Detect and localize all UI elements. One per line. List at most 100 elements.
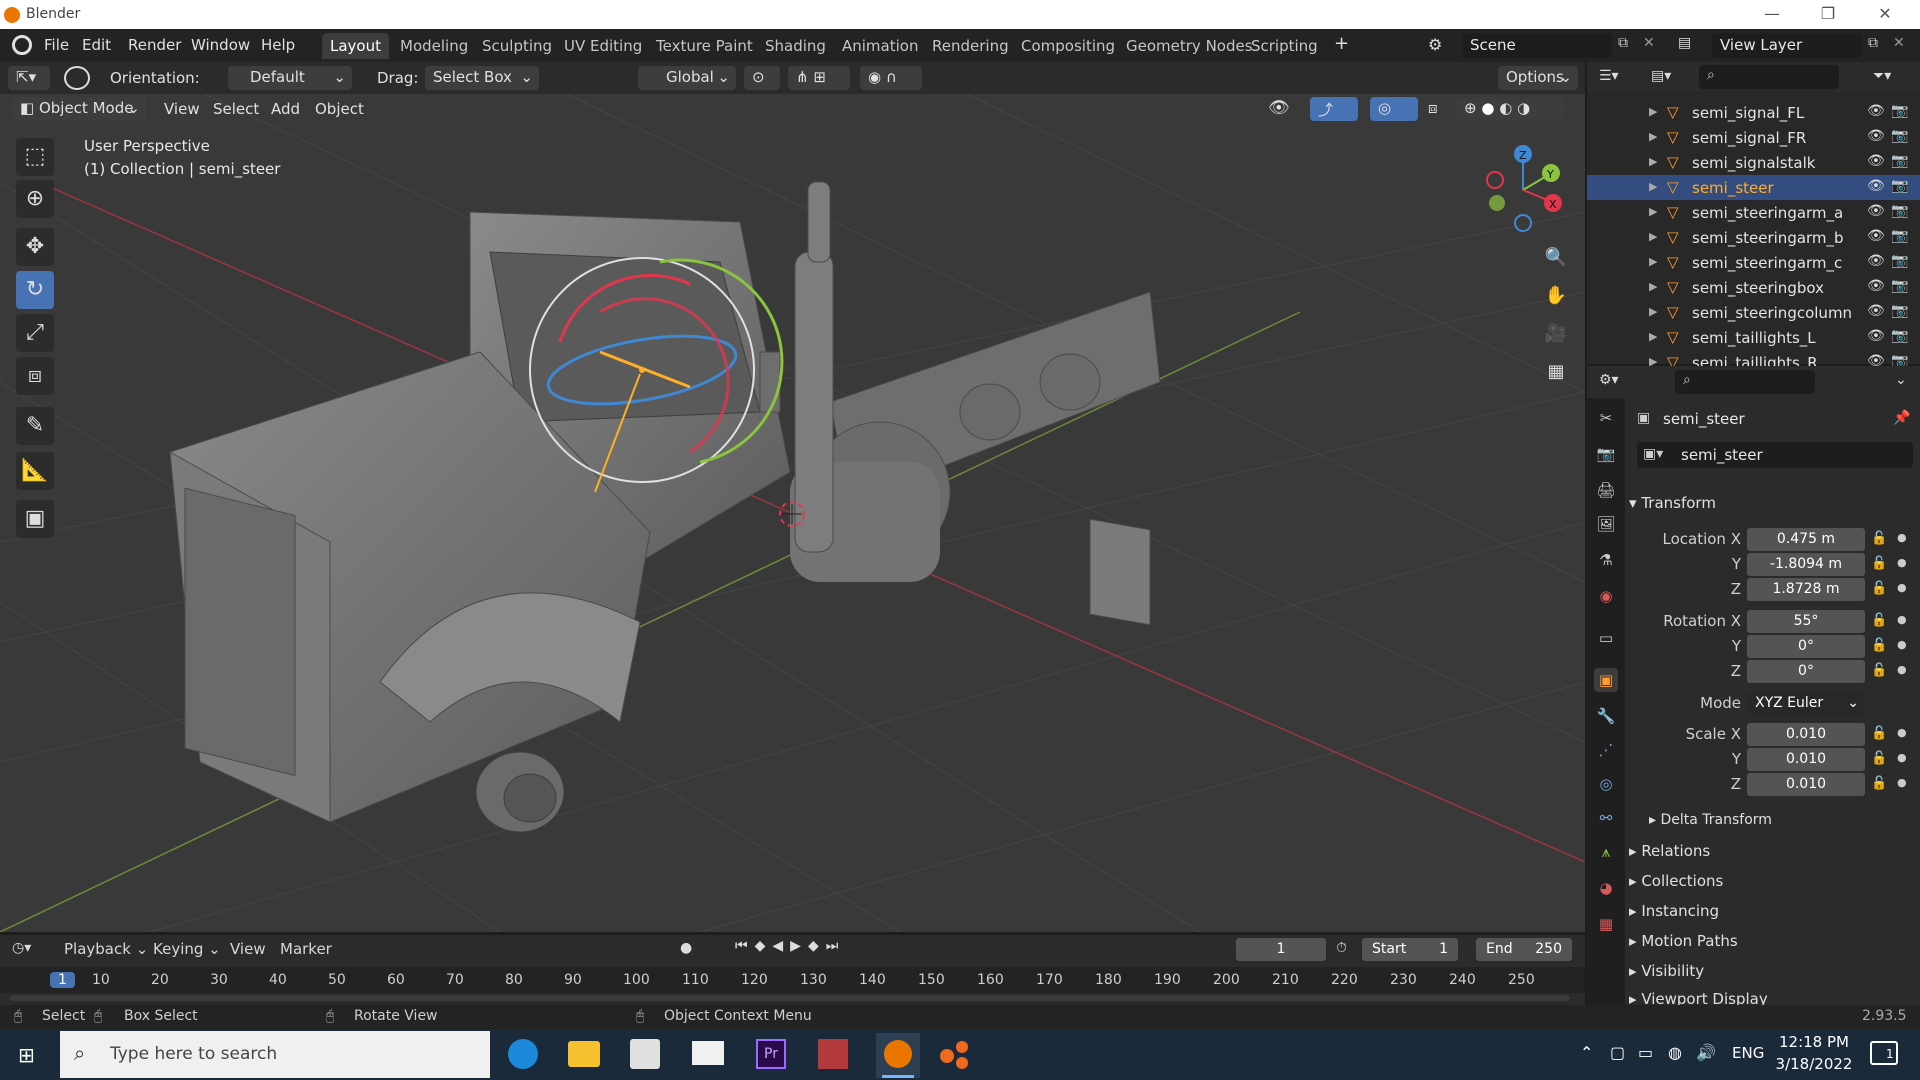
keying-menu[interactable]: Keying ⌄ [153,940,221,958]
outliner-item[interactable]: ▶ ▽ semi_steeringbox 👁 📷 [1587,275,1920,300]
move-tool-icon[interactable]: ✥ [16,228,54,266]
lock-icon[interactable]: 🔓 [1871,581,1887,596]
select-box-tool-icon[interactable]: ⬚ [16,138,54,176]
new-view-layer-icon[interactable]: ⧉ [1868,35,1878,51]
camera-render-icon[interactable]: 📷 [1891,278,1908,294]
menu-view[interactable]: View [164,100,200,118]
eye-visibility-icon[interactable]: 👁 [1867,278,1885,294]
tab-layout[interactable]: Layout [322,33,389,59]
rotation-y-field[interactable]: 0° [1747,635,1865,658]
object-tab-icon[interactable]: ▣ [1594,668,1618,692]
outliner-item[interactable]: ▶ ▽ semi_signal_FL 👁 📷 [1587,100,1920,125]
orientation-dropdown[interactable]: Default ⌄ [228,66,352,90]
motion-paths-panel-header[interactable]: ▸ Motion Paths [1629,932,1738,950]
minimize-icon[interactable]: — [1757,4,1787,24]
tab-rendering[interactable]: Rendering [924,33,1017,59]
menu-file[interactable]: File [44,36,69,54]
record-keyframe-icon[interactable]: ● [680,940,692,956]
expand-arrow-icon[interactable]: ▶ [1649,130,1657,143]
add-workspace-icon[interactable]: + [1334,33,1349,54]
rotation-mode-dropdown[interactable]: XYZ Euler ⌄ [1747,692,1865,715]
chevron-down-icon[interactable]: ⌄ [1895,372,1907,388]
physics-tab-icon[interactable]: ◎ [1594,772,1618,796]
network-icon[interactable]: ◍ [1668,1043,1682,1062]
lock-icon[interactable]: 🔓 [1871,613,1887,628]
location-z-field[interactable]: 1.8728 m [1747,578,1865,601]
close-icon[interactable]: ✕ [1870,4,1900,24]
keyframe-dot-icon[interactable]: ● [1897,776,1907,789]
lock-icon[interactable]: 🔓 [1871,638,1887,653]
camera-render-icon[interactable]: 📷 [1891,128,1908,144]
location-x-field[interactable]: 0.475 m [1747,528,1865,551]
outliner-search-input[interactable]: ⌕ [1699,65,1839,89]
keyframe-dot-icon[interactable]: ● [1897,726,1907,739]
windows-start-icon[interactable]: ⊞ [18,1043,40,1067]
end-frame-field[interactable]: End 250 [1476,938,1572,961]
jump-end-icon[interactable]: ⏭ [826,938,846,954]
filter-icon[interactable]: ⏷▾ [1873,68,1891,84]
relations-panel-header[interactable]: ▸ Relations [1629,842,1710,860]
tab-uv-editing[interactable]: UV Editing [556,33,650,59]
jump-start-icon[interactable]: ⏮ [735,938,755,954]
camera-render-icon[interactable]: 📷 [1891,103,1908,119]
language-indicator[interactable]: ENG [1732,1044,1764,1062]
notifications-icon[interactable]: 1 [1870,1041,1898,1065]
eye-visibility-icon[interactable]: 👁 [1867,253,1885,269]
orientation-gizmo-icon[interactable] [64,66,90,90]
wireframe-shading-icon[interactable]: ⊕ [1464,99,1477,117]
meet-now-icon[interactable]: ▢ [1610,1043,1625,1062]
clock-time[interactable]: 12:18 PM [1774,1033,1854,1051]
menu-render[interactable]: Render [128,36,181,54]
scene-browse-icon[interactable]: ⚙ [1428,35,1442,54]
taskbar-search-box[interactable]: ⌕ Type here to search [60,1031,490,1078]
snap-icon[interactable]: ⋔ ⊞ [788,66,850,90]
menu-help[interactable]: Help [261,36,295,54]
visibility-eye-icon[interactable]: 👁 [1268,98,1290,118]
camera-view-icon[interactable]: 🎥 [1540,318,1572,350]
transform-panel-header[interactable]: ▾ Transform [1629,494,1716,512]
keyframe-dot-icon[interactable]: ● [1897,751,1907,764]
blender-menu-icon[interactable] [12,35,32,55]
scene-name-field[interactable]: Scene [1462,33,1612,58]
tab-geometry-nodes[interactable]: Geometry Nodes [1118,33,1261,59]
visibility-panel-header[interactable]: ▸ Visibility [1629,962,1704,980]
keyframe-dot-icon[interactable]: ● [1897,531,1907,544]
texture-tab-icon[interactable]: ▦ [1594,912,1618,936]
options-dropdown[interactable]: Options ⌄ [1498,66,1578,90]
editor-type-icon[interactable]: ☰▾ [1599,68,1619,84]
delta-transform-header[interactable]: ▸ Delta Transform [1649,812,1772,828]
3d-viewport[interactable]: Z Y X ⇱▾ Orientation: Default ⌄ Drag: Se… [0,62,1585,932]
expand-arrow-icon[interactable]: ▶ [1649,155,1657,168]
start-frame-field[interactable]: Start 1 [1362,938,1458,961]
lock-icon[interactable]: 🔓 [1871,556,1887,571]
scale-y-field[interactable]: 0.010 [1747,748,1865,771]
eye-visibility-icon[interactable]: 👁 [1867,128,1885,144]
render-tab-icon[interactable]: 📷 [1594,442,1618,466]
file-explorer-icon[interactable] [568,1041,600,1067]
eye-visibility-icon[interactable]: 👁 [1867,203,1885,219]
restore-icon[interactable]: ❐ [1813,4,1843,24]
measure-tool-icon[interactable]: 📐 [16,452,54,490]
eye-visibility-icon[interactable]: 👁 [1867,153,1885,169]
rotation-z-field[interactable]: 0° [1747,660,1865,683]
data-tab-icon[interactable]: ⩚ [1594,840,1618,864]
pivot-point-icon[interactable]: ⊙ [744,66,780,90]
scale-z-field[interactable]: 0.010 [1747,773,1865,796]
eye-visibility-icon[interactable]: 👁 [1867,228,1885,244]
timeline-scrollbar[interactable] [10,995,1570,1001]
marker-menu[interactable]: Marker [280,940,332,958]
camera-render-icon[interactable]: 📷 [1891,303,1908,319]
edge-browser-icon[interactable] [508,1039,538,1069]
keyframe-dot-icon[interactable]: ● [1897,613,1907,626]
pan-hand-icon[interactable]: ✋ [1540,280,1572,312]
microsoft-store-icon[interactable] [630,1039,660,1069]
tab-compositing[interactable]: Compositing [1013,33,1123,59]
transform-orientation-dropdown[interactable]: Global ⌄ [638,66,736,90]
timeline-view-menu[interactable]: View [230,940,266,958]
camera-render-icon[interactable]: 📷 [1891,203,1908,219]
view-layer-field[interactable]: View Layer [1712,33,1862,58]
zoom-icon[interactable]: 🔍 [1540,242,1572,274]
mode-dropdown[interactable]: ◧ Object Mode ⌄ [12,97,146,121]
properties-search-input[interactable]: ⌕ [1675,370,1815,394]
outliner-item[interactable]: ▶ ▽ semi_steer 👁 📷 [1587,175,1920,200]
